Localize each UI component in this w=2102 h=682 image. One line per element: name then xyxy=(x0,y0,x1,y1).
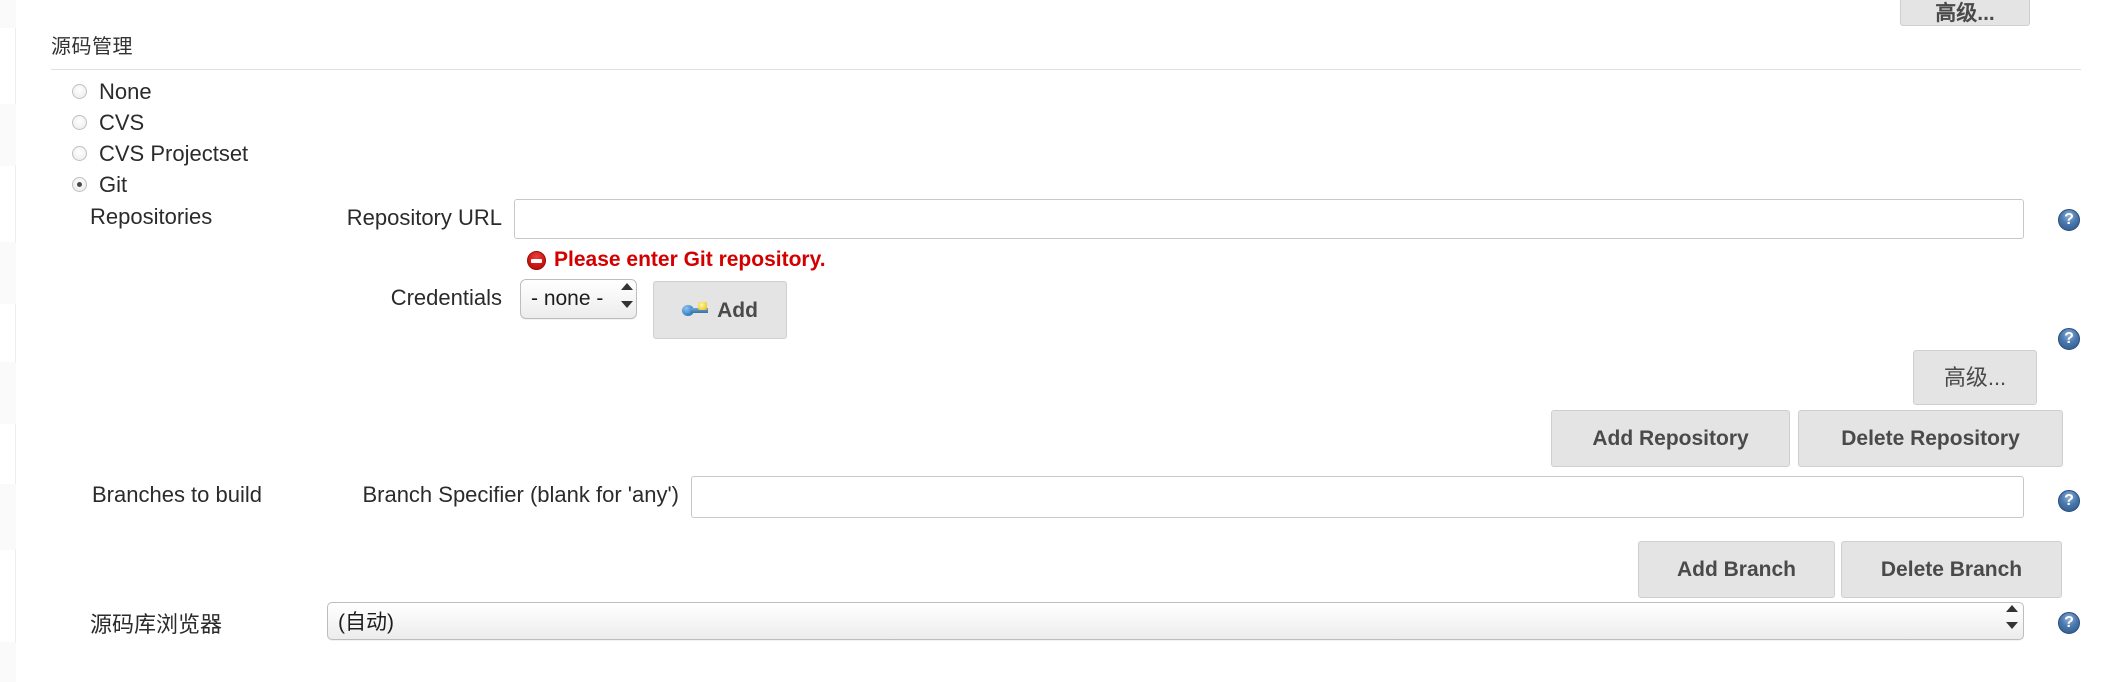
scm-option-label: CVS xyxy=(99,109,145,135)
repository-browser-label: 源码库浏览器 xyxy=(90,612,223,637)
branch-specifier-input[interactable] xyxy=(691,476,2024,518)
branch-specifier-label: Branch Specifier (blank for 'any') xyxy=(362,482,679,507)
help-icon-branch-specifier[interactable] xyxy=(2058,490,2080,512)
credentials-selected-value: - none - xyxy=(531,287,604,310)
scm-radio-group: None CVS CVS Projectset Git xyxy=(72,76,332,200)
repository-url-label: Repository URL xyxy=(346,205,502,230)
scm-option-label: None xyxy=(99,78,152,104)
repository-browser-select[interactable]: (自动) xyxy=(327,602,2024,640)
gutter-stripe xyxy=(0,0,16,28)
chevron-updown-icon xyxy=(618,280,636,318)
gutter-stripe xyxy=(0,642,16,682)
section-title: 源码管理 xyxy=(51,36,133,58)
gutter-stripe xyxy=(0,242,16,304)
branches-to-build-label: Branches to build xyxy=(92,482,262,507)
repository-url-input[interactable] xyxy=(514,199,2024,239)
left-gutter-strip xyxy=(0,0,16,682)
add-credentials-label: Add xyxy=(717,298,758,322)
scm-option-none[interactable]: None xyxy=(72,76,332,107)
repository-browser-selected-value: (自动) xyxy=(338,611,394,634)
scm-option-cvs-projectset[interactable]: CVS Projectset xyxy=(72,138,332,169)
gutter-stripe xyxy=(0,104,16,166)
repository-url-error: Please enter Git repository. xyxy=(527,248,826,272)
scm-option-label: Git xyxy=(99,171,128,197)
credentials-label: Credentials xyxy=(390,285,502,310)
delete-repository-button[interactable]: Delete Repository xyxy=(1798,410,2063,467)
scm-option-cvs[interactable]: CVS xyxy=(72,107,332,138)
radio-icon-cvs[interactable] xyxy=(72,115,87,130)
chevron-updown-icon xyxy=(2001,603,2023,639)
top-advanced-button[interactable]: 高级... xyxy=(1900,0,2030,26)
repository-advanced-button[interactable]: 高级... xyxy=(1913,350,2037,405)
error-message-text: Please enter Git repository. xyxy=(554,248,826,271)
key-icon xyxy=(682,302,709,318)
gutter-stripe xyxy=(0,362,16,424)
error-circle-icon xyxy=(527,250,546,270)
radio-icon-git[interactable] xyxy=(72,177,87,192)
scm-option-label: CVS Projectset xyxy=(99,140,249,166)
credentials-select[interactable]: - none - xyxy=(520,279,637,319)
scm-config-page: 高级... 源码管理 None CVS CVS Projectset Git R… xyxy=(17,0,2102,682)
add-credentials-button[interactable]: Add xyxy=(653,281,787,339)
radio-icon-cvs-projectset[interactable] xyxy=(72,146,87,161)
help-icon-repository-url[interactable] xyxy=(2058,209,2080,231)
add-repository-button[interactable]: Add Repository xyxy=(1551,410,1790,467)
scm-option-git[interactable]: Git xyxy=(72,169,332,200)
section-header: 源码管理 xyxy=(51,30,2081,70)
add-branch-button[interactable]: Add Branch xyxy=(1638,541,1835,598)
help-icon-credentials[interactable] xyxy=(2058,328,2080,350)
repositories-group-label: Repositories xyxy=(90,204,213,229)
section-divider xyxy=(51,69,2081,70)
delete-branch-button[interactable]: Delete Branch xyxy=(1841,541,2062,598)
radio-icon-none[interactable] xyxy=(72,84,87,99)
gutter-stripe xyxy=(0,484,16,550)
help-icon-repository-browser[interactable] xyxy=(2058,612,2080,634)
